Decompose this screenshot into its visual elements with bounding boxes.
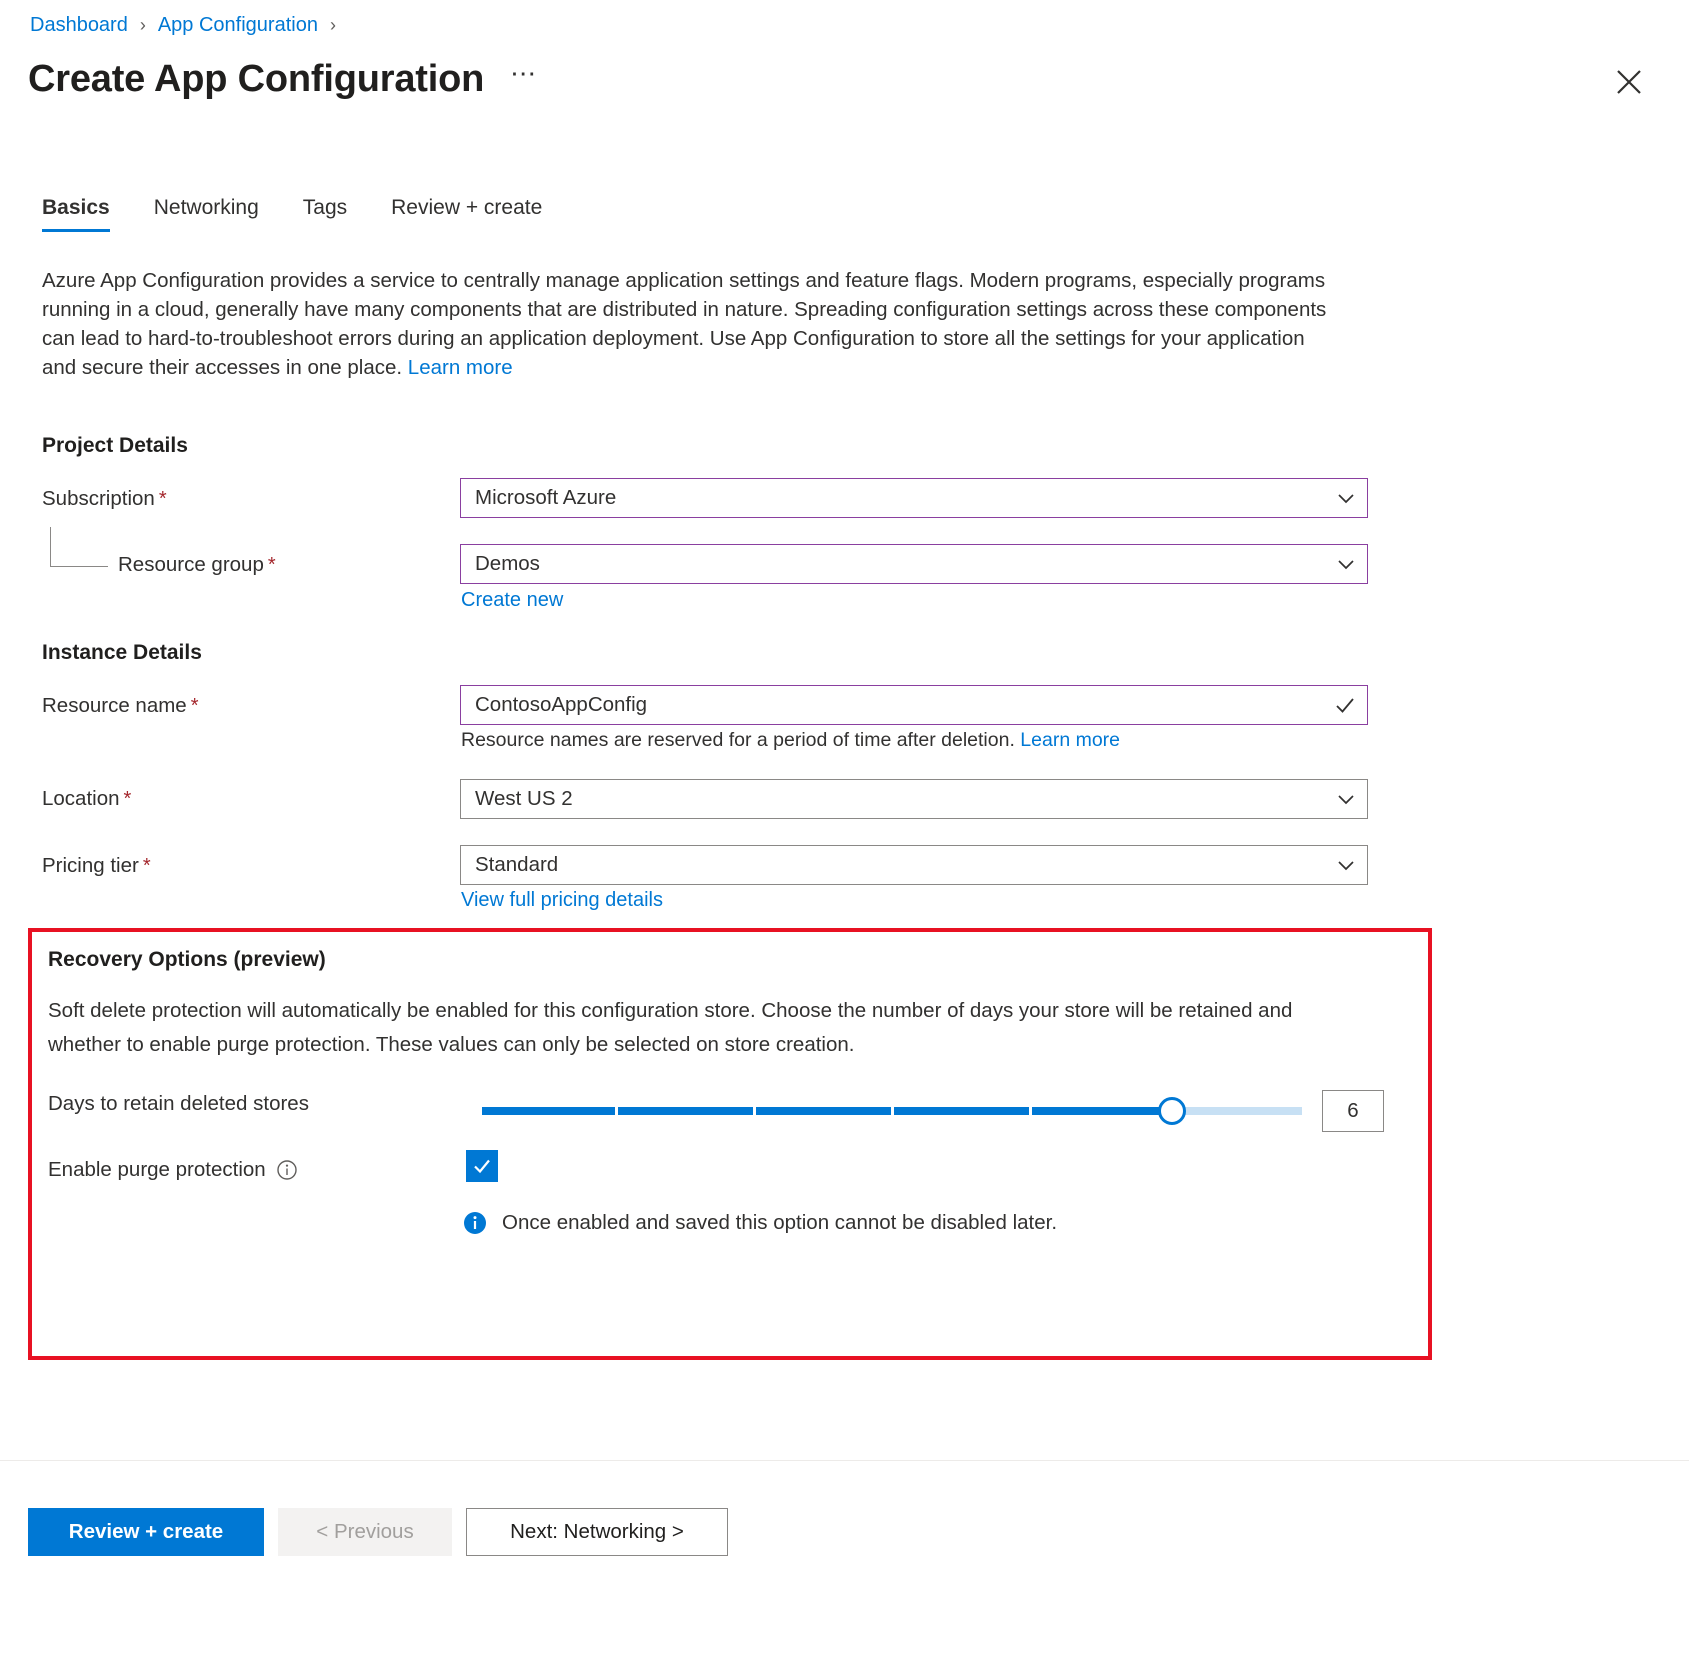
intro-text: Azure App Configuration provides a servi… bbox=[42, 269, 1326, 379]
required-asterisk: * bbox=[268, 554, 276, 576]
tab-networking-label: Networking bbox=[154, 196, 259, 219]
breadcrumb-separator-icon: › bbox=[140, 15, 146, 36]
recovery-options-description: Soft delete protection will automaticall… bbox=[48, 994, 1368, 1062]
tab-review-create[interactable]: Review + create bbox=[391, 196, 564, 232]
label-subscription: Subscription* bbox=[42, 487, 167, 511]
required-asterisk: * bbox=[159, 488, 167, 510]
footer-actions: Review + create < Previous Next: Network… bbox=[28, 1508, 728, 1556]
chevron-down-icon bbox=[1335, 854, 1357, 876]
resource-name-help-text: Resource names are reserved for a period… bbox=[461, 729, 1120, 752]
breadcrumb-item-app-configuration[interactable]: App Configuration bbox=[158, 14, 318, 37]
label-resource-group-text: Resource group bbox=[118, 553, 264, 576]
chevron-down-icon bbox=[1335, 788, 1357, 810]
resource-name-learn-more-link[interactable]: Learn more bbox=[1020, 729, 1120, 751]
breadcrumb-item-dashboard[interactable]: Dashboard bbox=[30, 14, 128, 37]
slider-fill bbox=[482, 1107, 1172, 1115]
breadcrumb: Dashboard › App Configuration › bbox=[30, 14, 336, 37]
chevron-down-icon bbox=[1335, 553, 1357, 575]
recovery-options-section: Recovery Options (preview) Soft delete p… bbox=[28, 928, 1432, 1360]
subscription-value: Microsoft Azure bbox=[475, 486, 1335, 510]
days-to-retain-value-box[interactable]: 6 bbox=[1322, 1090, 1384, 1132]
label-days-to-retain: Days to retain deleted stores bbox=[48, 1092, 309, 1116]
breadcrumb-separator-icon: › bbox=[330, 15, 336, 36]
resource-group-value: Demos bbox=[475, 552, 1335, 576]
label-resource-name: Resource name* bbox=[42, 694, 199, 718]
label-subscription-text: Subscription bbox=[42, 487, 155, 510]
pricing-tier-dropdown[interactable]: Standard bbox=[460, 845, 1368, 885]
info-icon[interactable] bbox=[276, 1159, 298, 1181]
label-pricing-tier-text: Pricing tier bbox=[42, 854, 139, 877]
slider-tick bbox=[753, 1107, 756, 1115]
footer-divider bbox=[0, 1460, 1689, 1461]
days-to-retain-slider[interactable] bbox=[482, 1097, 1302, 1125]
slider-tick bbox=[615, 1107, 618, 1115]
tab-tags[interactable]: Tags bbox=[303, 196, 369, 232]
required-asterisk: * bbox=[191, 695, 199, 717]
purge-protection-note-text: Once enabled and saved this option canno… bbox=[502, 1211, 1057, 1235]
close-icon[interactable] bbox=[1611, 64, 1647, 100]
resource-name-help-text-label: Resource names are reserved for a period… bbox=[461, 729, 1020, 751]
check-icon bbox=[1333, 693, 1357, 717]
title-row: Create App Configuration ⋯ bbox=[28, 58, 538, 101]
slider-thumb[interactable] bbox=[1158, 1097, 1186, 1125]
create-app-configuration-blade: Dashboard › App Configuration › Create A… bbox=[0, 0, 1689, 1666]
enable-purge-protection-checkbox[interactable] bbox=[466, 1150, 498, 1182]
hierarchy-elbow-connector bbox=[50, 527, 108, 567]
slider-tick bbox=[1029, 1107, 1032, 1115]
info-filled-icon bbox=[462, 1210, 488, 1236]
chevron-down-icon bbox=[1335, 487, 1357, 509]
section-heading-instance-details: Instance Details bbox=[42, 641, 202, 665]
page-title: Create App Configuration bbox=[28, 58, 484, 101]
days-to-retain-value: 6 bbox=[1347, 1099, 1358, 1123]
create-new-resource-group-link[interactable]: Create new bbox=[461, 589, 563, 612]
tab-basics-label: Basics bbox=[42, 196, 110, 219]
label-pricing-tier: Pricing tier* bbox=[42, 854, 151, 878]
label-enable-purge-protection-text: Enable purge protection bbox=[48, 1158, 266, 1182]
subscription-dropdown[interactable]: Microsoft Azure bbox=[460, 478, 1368, 518]
pricing-tier-value: Standard bbox=[475, 853, 1335, 877]
resource-name-input[interactable]: ContosoAppConfig bbox=[460, 685, 1368, 725]
required-asterisk: * bbox=[124, 788, 132, 810]
section-heading-project-details: Project Details bbox=[42, 434, 188, 458]
purge-protection-note: Once enabled and saved this option canno… bbox=[462, 1210, 1057, 1236]
wizard-tabs: Basics Networking Tags Review + create bbox=[42, 196, 564, 232]
next-networking-button[interactable]: Next: Networking > bbox=[466, 1508, 728, 1556]
label-enable-purge-protection: Enable purge protection bbox=[48, 1158, 298, 1182]
tab-review-create-label: Review + create bbox=[391, 196, 542, 219]
intro-learn-more-link[interactable]: Learn more bbox=[408, 356, 513, 379]
slider-tick bbox=[891, 1107, 894, 1115]
tab-basics[interactable]: Basics bbox=[42, 196, 132, 232]
location-value: West US 2 bbox=[475, 787, 1335, 811]
review-create-button[interactable]: Review + create bbox=[28, 1508, 264, 1556]
required-asterisk: * bbox=[143, 855, 151, 877]
previous-button[interactable]: < Previous bbox=[278, 1508, 452, 1556]
label-location-text: Location bbox=[42, 787, 120, 810]
label-resource-group: Resource group* bbox=[118, 553, 276, 577]
more-options-button[interactable]: ⋯ bbox=[510, 60, 538, 100]
label-location: Location* bbox=[42, 787, 131, 811]
resource-group-dropdown[interactable]: Demos bbox=[460, 544, 1368, 584]
view-full-pricing-details-link[interactable]: View full pricing details bbox=[461, 889, 663, 912]
label-resource-name-text: Resource name bbox=[42, 694, 187, 717]
intro-description: Azure App Configuration provides a servi… bbox=[42, 266, 1332, 382]
tab-networking[interactable]: Networking bbox=[154, 196, 281, 232]
tab-tags-label: Tags bbox=[303, 196, 347, 219]
recovery-options-heading: Recovery Options (preview) bbox=[48, 948, 326, 972]
location-dropdown[interactable]: West US 2 bbox=[460, 779, 1368, 819]
resource-name-value: ContosoAppConfig bbox=[475, 693, 1333, 717]
